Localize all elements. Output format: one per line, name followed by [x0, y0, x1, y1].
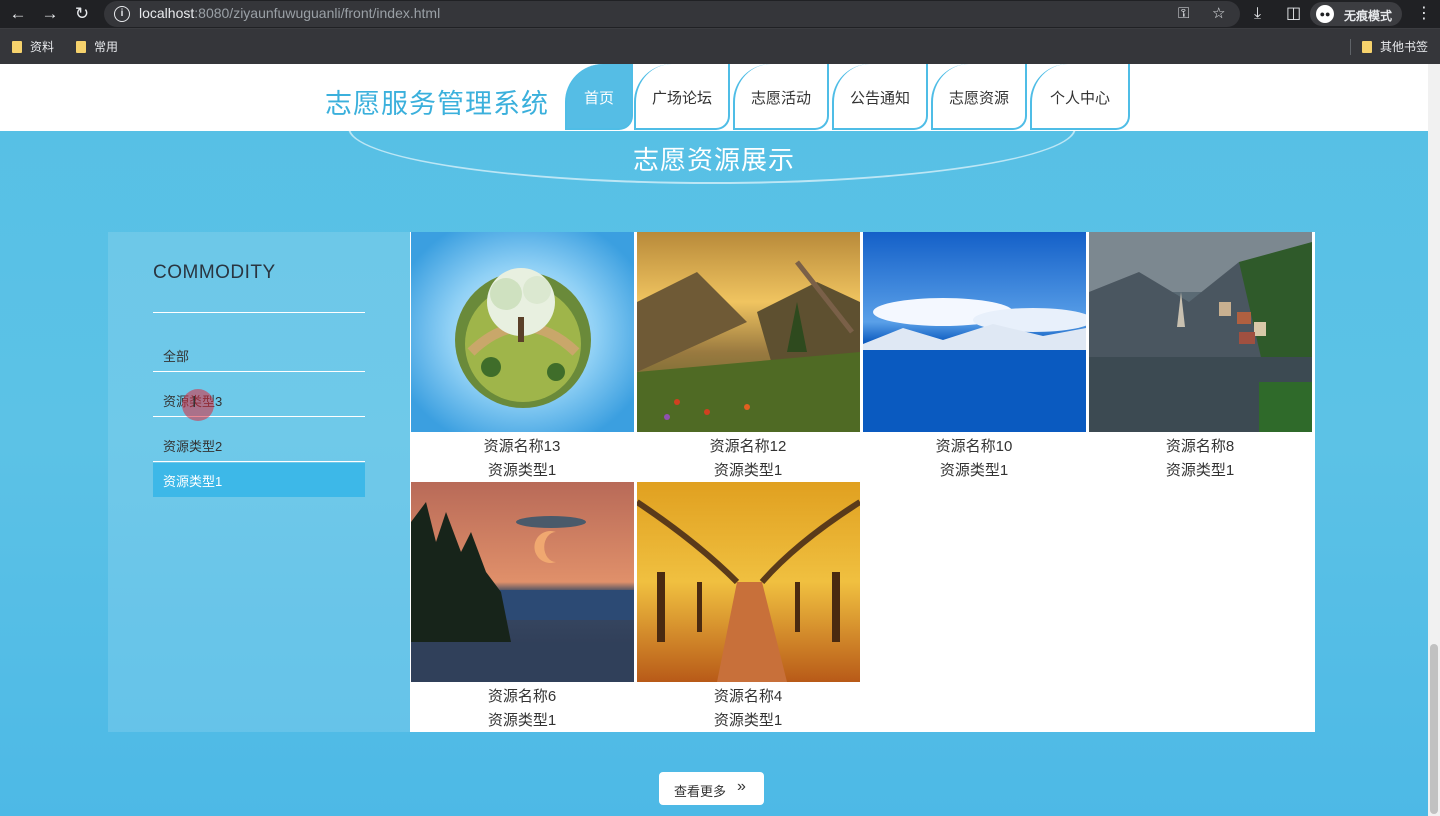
category-all[interactable]: 全部: [153, 338, 365, 372]
scrollbar-thumb[interactable]: [1430, 644, 1438, 814]
resource-type: 资源类型1: [487, 462, 557, 479]
address-bar[interactable]: i localhost:8080/ziyaunfuwuguanli/front/…: [104, 1, 1240, 27]
resource-name[interactable]: 资源名称4: [636, 685, 860, 706]
nav-label: 广场论坛: [651, 90, 712, 107]
url-path: :8080/ziyaunfuwuguanli/front/index.html: [194, 5, 441, 21]
resource-name[interactable]: 资源名称12: [636, 435, 860, 456]
resource-type: 资源类型1: [1165, 462, 1235, 479]
nav-resources[interactable]: 志愿资源: [931, 64, 1027, 130]
resource-type: 资源类型1: [713, 712, 783, 729]
other-bookmarks-label: 其他书签: [1380, 40, 1429, 54]
resource-card[interactable]: 资源名称10 资源类型1: [862, 232, 1086, 482]
incognito-label: 无痕模式: [1344, 9, 1393, 23]
text-cursor-icon: I: [192, 394, 197, 411]
resource-type: 资源类型1: [487, 712, 557, 729]
nav-activities[interactable]: 志愿活动: [733, 64, 829, 130]
resource-image[interactable]: [637, 482, 860, 682]
nav-forum[interactable]: 广场论坛: [634, 64, 730, 130]
bookmark-label: 常用: [94, 40, 119, 54]
nav-label: 公告通知: [849, 90, 910, 107]
bookmarks-bar: 资料 常用 其他书签: [0, 28, 1440, 65]
download-icon[interactable]: ⤓: [1254, 3, 1261, 25]
resource-card[interactable]: 资源名称8 资源类型1: [1088, 232, 1312, 482]
resource-grid: 资源名称13 资源类型1 资源名称12 资源类型1 资源名称10 资源类型1 资…: [410, 232, 1315, 732]
nav-home[interactable]: 首页: [565, 64, 633, 130]
resource-card[interactable]: 资源名称6 资源类型1: [410, 482, 634, 732]
back-arrow-icon[interactable]: ←: [7, 3, 29, 25]
nav-label: 志愿资源: [948, 90, 1009, 107]
site-logo[interactable]: 志愿服务管理系统: [325, 82, 549, 121]
nav-label: 个人中心: [1049, 90, 1110, 107]
star-icon[interactable]: ☆: [1212, 4, 1225, 24]
bookmark-folder-1[interactable]: 资料: [12, 38, 54, 56]
key-icon[interactable]: ⚿: [1178, 4, 1189, 24]
category-type2[interactable]: 资源类型2: [153, 428, 365, 462]
resource-image[interactable]: [1089, 232, 1312, 432]
section-title: 志愿资源展示: [632, 145, 795, 175]
cursor-highlight: [182, 389, 214, 421]
resource-card[interactable]: 资源名称13 资源类型1: [410, 232, 634, 482]
sidebar-title: COMMODITY: [153, 262, 276, 283]
incognito-badge[interactable]: ●● 无痕模式: [1310, 2, 1402, 26]
nav-notices[interactable]: 公告通知: [832, 64, 928, 130]
category-sidebar: COMMODITY 全部 资源类型3 资源类型2 资源类型1: [108, 232, 410, 732]
double-chevron-right-icon: »: [737, 778, 746, 795]
other-bookmarks[interactable]: 其他书签: [1362, 38, 1428, 56]
page-viewport: 志愿服务管理系统 首页 广场论坛 志愿活动 公告通知 志愿资源 个人中心 志愿资…: [0, 64, 1428, 816]
category-label: 资源类型2: [163, 439, 223, 454]
info-icon[interactable]: i: [114, 6, 130, 22]
url-text: localhost:8080/ziyaunfuwuguanli/front/in…: [139, 5, 440, 21]
resource-image[interactable]: [637, 232, 860, 432]
resource-name[interactable]: 资源名称8: [1088, 435, 1312, 456]
category-label: 资源类型1: [163, 474, 223, 489]
category-label: 全部: [163, 349, 190, 364]
site-header: 志愿服务管理系统 首页 广场论坛 志愿活动 公告通知 志愿资源 个人中心: [0, 64, 1428, 131]
resource-type: 资源类型1: [713, 462, 783, 479]
resource-image[interactable]: [863, 232, 1086, 432]
browser-toolbar: ← → ↻ i localhost:8080/ziyaunfuwuguanli/…: [0, 0, 1440, 28]
view-more-button[interactable]: 查看更多 »: [659, 772, 764, 805]
resource-card[interactable]: 资源名称4 资源类型1: [636, 482, 860, 732]
resource-card[interactable]: 资源名称12 资源类型1: [636, 232, 860, 482]
resource-name[interactable]: 资源名称10: [862, 435, 1086, 456]
folder-icon: [76, 41, 86, 53]
folder-icon: [12, 41, 22, 53]
page-scrollbar[interactable]: [1428, 64, 1440, 816]
sidepanel-icon[interactable]: ◫: [1286, 3, 1301, 25]
folder-icon: [1362, 41, 1372, 53]
reload-icon[interactable]: ↻: [71, 3, 93, 25]
bookmark-separator: [1350, 39, 1351, 55]
bookmark-label: 资料: [30, 40, 55, 54]
resource-name[interactable]: 资源名称6: [410, 685, 634, 706]
menu-kebab-icon[interactable]: ⋮: [1416, 3, 1432, 25]
incognito-icon: ●●: [1316, 5, 1334, 23]
nav-profile[interactable]: 个人中心: [1030, 64, 1130, 130]
resource-name[interactable]: 资源名称13: [410, 435, 634, 456]
nav-label: 首页: [583, 90, 614, 107]
nav-label: 志愿活动: [750, 90, 811, 107]
forward-arrow-icon[interactable]: →: [39, 3, 61, 25]
url-host: localhost: [139, 5, 195, 21]
resource-image[interactable]: [411, 482, 634, 682]
sidebar-divider: [153, 312, 365, 313]
resource-type: 资源类型1: [939, 462, 1009, 479]
category-type1[interactable]: 资源类型1: [153, 463, 365, 497]
bookmark-folder-2[interactable]: 常用: [76, 38, 118, 56]
view-more-label: 查看更多: [674, 784, 727, 799]
resource-image[interactable]: [411, 232, 634, 432]
